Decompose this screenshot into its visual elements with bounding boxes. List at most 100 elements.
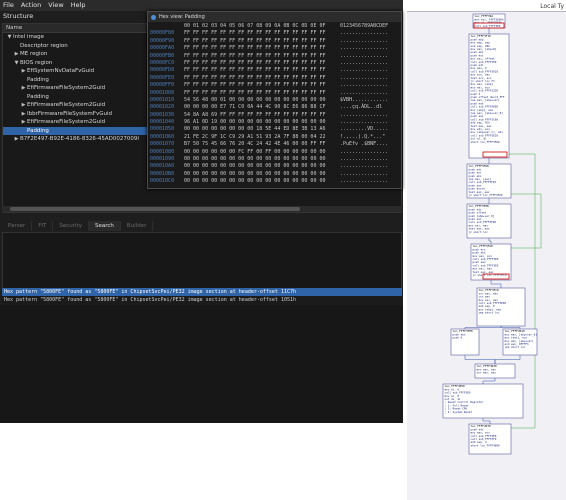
hex-bytes[interactable]: 00 00 00 00 00 00 00 00 00 00 00 00 00 0… (184, 171, 340, 178)
tab-fit[interactable]: FIT (32, 221, 54, 231)
expand-arrow-icon[interactable]: ▼ (13, 59, 20, 68)
expand-arrow-icon[interactable]: ▶ (20, 84, 27, 93)
menu-action[interactable]: Action (21, 0, 41, 11)
hex-offset: 000010C0 (150, 178, 175, 185)
search-panel (2, 232, 402, 290)
hex-bytes[interactable]: 00 00 00 00 00 00 00 00 18 5E 44 ED 8E 3… (184, 126, 340, 133)
menu-file[interactable]: File (3, 0, 14, 11)
hex-ascii[interactable]: ................ (340, 149, 396, 156)
hex-ascii[interactable]: .........VD..... (340, 126, 396, 133)
hex-ascii[interactable]: ................ (340, 38, 396, 45)
expand-arrow-icon[interactable]: ▶ (20, 67, 27, 76)
tree-row-label: Intel image (13, 34, 45, 40)
graph-node[interactable]: loc_FFFF4010mov eax, [ebp+var_8]mov [eax… (502, 328, 538, 356)
hex-line: 00000FD0 FF FF FF FF FF FF FF FF FF FF FF… (150, 67, 399, 74)
hex-bytes[interactable]: FF FF FF FF FF FF FF FF FF FF FF FF FF F… (184, 67, 340, 74)
hex-ascii[interactable]: ................ (340, 112, 396, 119)
hex-bytes[interactable]: 00 00 00 00 00 00 00 00 00 00 00 00 00 0… (184, 156, 340, 163)
graph-node-instruction: jz short loc_FFFF3FA0 (469, 193, 503, 197)
expand-arrow-icon[interactable]: ▶ (13, 50, 20, 59)
hex-bytes[interactable]: FF FF FF FF FF FF FF FF FF FF FF FF FF F… (184, 75, 340, 82)
hex-ascii[interactable]: .PuEfv .$BNF.... (340, 141, 396, 148)
tree-row-label: Padding (27, 76, 49, 83)
graph-node-instruction: xor eax, eax (477, 371, 497, 375)
hex-ascii[interactable]: !.,...).Q.*..." (340, 134, 396, 141)
hex-bytes[interactable]: FF FF FF FF FF FF FF FF FF FF FF FF FF F… (184, 45, 340, 52)
graph-node-instruction: short loc_FFFF3F60 (471, 140, 501, 144)
hex-view-titlebar[interactable]: Hex view: Padding (148, 12, 401, 22)
hex-ascii[interactable]: ................ (340, 82, 396, 89)
hex-bytes[interactable]: FF FF FF FF FF FF FF FF FF FF FF FF FF F… (184, 38, 340, 45)
hex-ascii[interactable]: ................ (340, 119, 396, 126)
graph-node[interactable]: loc_FFFF3FC0xor eax, eaxinc eaxmov esi, … (476, 287, 526, 327)
tab-parser[interactable]: Parser (2, 221, 33, 231)
scrollbar-thumb[interactable] (10, 207, 300, 211)
hex-bytes[interactable]: 00 00 00 00 E7 71 C0 0A 44 4C 90 8C E6 8… (184, 104, 340, 111)
hex-ascii[interactable]: ................ (340, 90, 396, 97)
hex-bytes[interactable]: 96 A1 0D 19 00 00 00 00 00 00 00 00 00 0… (184, 119, 340, 126)
hex-bytes[interactable]: B7 50 75 45 66 76 20 4C 24 42 4E 46 00 0… (184, 141, 340, 148)
local-types-tab[interactable]: Local Ty (540, 3, 564, 10)
message-line[interactable]: Hex pattern "5800FE" found as "5800FE" i… (2, 296, 402, 304)
hex-ascii[interactable]: ................ (340, 45, 396, 52)
hex-offset: 00000F80 (150, 30, 175, 37)
hex-view-body[interactable]: 00 01 02 03 04 05 06 07 08 09 0A 0B 0C 0… (148, 22, 401, 187)
graph-node[interactable]: loc_FFFF3F80push edipush offsetpush [ebp… (466, 203, 512, 239)
graph-node[interactable]: loc_FFFF3F10push ebpmov ebp, espsub esp,… (468, 33, 510, 159)
tree-row-label: BIOS region (20, 59, 53, 66)
hex-bytes[interactable]: 00 00 00 00 00 00 00 00 00 00 00 00 00 0… (184, 178, 340, 185)
hex-bytes[interactable]: 21 FE 2C 9F 1C C9 29 A1 51 93 2A 7F 88 0… (184, 134, 340, 141)
menu-help[interactable]: Help (71, 0, 86, 11)
hex-ascii[interactable]: ................ (340, 67, 396, 74)
tab-security[interactable]: Security (53, 221, 89, 231)
hex-ascii[interactable]: ................ (340, 75, 396, 82)
expand-arrow-icon[interactable]: ▶ (20, 118, 27, 127)
hex-bytes[interactable]: FF FF FF FF FF FF FF FF FF FF FF FF FF F… (184, 90, 340, 97)
graph-node-instruction: jz short loc (469, 230, 489, 234)
hex-ascii[interactable]: ................ (340, 178, 396, 185)
hex-line: 00000FB0 FF FF FF FF FF FF FF FF FF FF FF… (150, 53, 399, 60)
graph-node[interactable]: loc_FFFF3FA0push ecxpush ebxmov eax, ecx… (470, 243, 512, 281)
hex-header-bytes: 00 01 02 03 04 05 06 07 08 09 0A 0B 0C 0… (184, 23, 326, 29)
message-line[interactable]: Hex pattern "5800FE" found as "5800FE" i… (2, 288, 402, 296)
menu-view[interactable]: View (48, 0, 63, 11)
tab-search[interactable]: Search (88, 221, 121, 231)
expand-arrow-icon[interactable]: ▼ (6, 33, 13, 42)
expand-arrow-icon[interactable]: ▶ (20, 101, 27, 110)
hex-bytes[interactable]: 54 8A A8 69 FF FF FF FF FF FF FF FF FF F… (184, 112, 340, 119)
hex-ascii[interactable]: ................ (340, 156, 396, 163)
graph-edge (482, 378, 496, 384)
hex-ascii[interactable]: ................ (340, 171, 396, 178)
hex-bytes[interactable]: FF FF FF FF FF FF FF FF FF FF FF FF FF F… (184, 82, 340, 89)
tree-row-label: Descriptor region (20, 42, 68, 49)
hex-ascii[interactable]: ................ (340, 163, 396, 170)
graph-canvas[interactable]: loc_FFFF39A mov esi, FFFF3E00h mov al, FFF… (407, 11, 566, 500)
hex-bytes[interactable]: 54 56 48 00 01 00 00 00 00 00 00 00 00 0… (184, 97, 340, 104)
hex-offset: 00001010 (150, 96, 175, 103)
hex-bytes[interactable]: 00 00 00 00 00 00 00 00 00 00 00 00 00 0… (184, 163, 340, 170)
hex-header-ascii: 0123456789ABCDEF (340, 23, 389, 29)
hex-view-window[interactable]: Hex view: Padding 00 01 02 03 04 05 06 0… (147, 11, 402, 189)
graph-node[interactable]: loc_FFFF3F60push edipush esipush ebxlea … (466, 163, 512, 199)
hex-bytes[interactable]: FF FF FF FF FF FF FF FF FF FF FF FF FF F… (184, 30, 340, 37)
hex-bytes[interactable]: FF FF FF FF FF FF FF FF FF FF FF FF FF F… (184, 60, 340, 67)
graph-node[interactable]: loc_FFFF4070push edimov eax, ecxcall sub… (468, 423, 512, 455)
hex-ascii[interactable]: ................ (340, 53, 396, 60)
hex-ascii[interactable]: ................ (340, 30, 396, 37)
hex-ascii[interactable]: ....çq.ÀDL..dl (340, 104, 396, 111)
hex-line: 00000FC0 FF FF FF FF FF FF FF FF FF FF FF… (150, 60, 399, 67)
hex-line: 000010A0 00 00 00 00 00 00 00 00 00 00 00… (150, 163, 399, 170)
tab-builder[interactable]: Builder (121, 221, 154, 231)
graph-node[interactable]: loc_FFFF39Amov esi, FFFF3E00hmov al, FFF… (472, 13, 506, 29)
hex-bytes[interactable]: FF FF FF FF FF FF FF FF FF FF FF FF FF F… (184, 53, 340, 60)
graph-node[interactable]: loc_FFFF4030mov eax, eaxxor eax, eax (474, 363, 516, 379)
expand-arrow-icon[interactable]: ▶ (13, 135, 20, 144)
graph-node[interactable]: loc_FFFF4050mov al, 6call sub_FFFF3E0mov… (442, 383, 524, 419)
expand-arrow-icon[interactable]: ▶ (20, 110, 27, 119)
hex-line: 00001020 00 00 00 00 E7 71 C0 0A 44 4C 90… (150, 104, 399, 111)
hex-ascii[interactable]: ................ (340, 60, 396, 67)
tree-horizontal-scrollbar[interactable] (2, 206, 402, 212)
graph-node[interactable]: loc_FFFF3FE0push ebxpush 0 (450, 328, 480, 356)
hex-bytes[interactable]: 00 00 00 00 00 00 FC FF 00 FF 00 00 00 0… (184, 149, 340, 156)
hex-offset: 000010A0 (150, 163, 175, 170)
